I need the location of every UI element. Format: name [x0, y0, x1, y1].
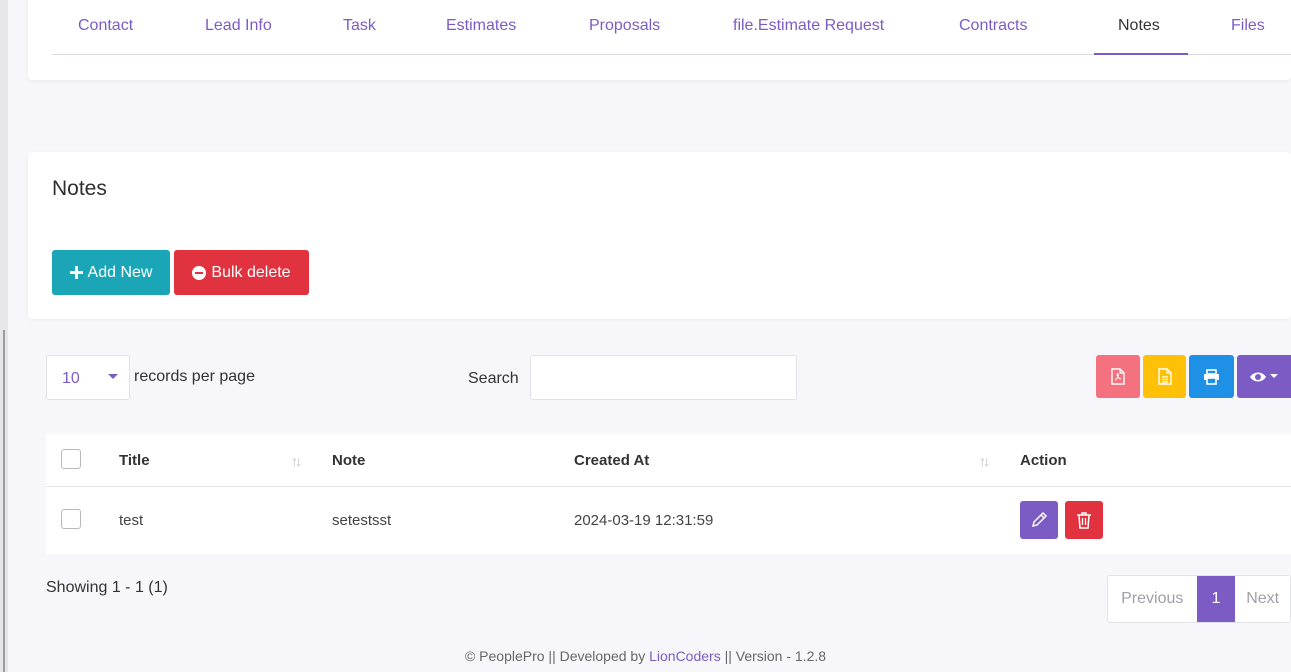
tab-task[interactable]: Task: [343, 17, 376, 35]
records-per-page-select[interactable]: 10: [46, 355, 130, 400]
row-title: test: [119, 512, 144, 529]
column-header-created-at[interactable]: Created At: [574, 452, 649, 469]
tab-proposals[interactable]: Proposals: [589, 17, 660, 35]
records-per-page-value: 10: [62, 370, 80, 387]
active-tab-indicator: [1094, 53, 1188, 55]
sort-icon[interactable]: ↑↓: [291, 453, 302, 469]
export-pdf-button[interactable]: [1096, 355, 1140, 398]
tab-lead-info[interactable]: Lead Info: [205, 17, 272, 35]
left-scroll-rail: [0, 0, 8, 672]
search-label: Search: [468, 370, 519, 387]
delete-button[interactable]: [1065, 501, 1103, 539]
footer-prefix: © PeoplePro || Developed by: [464, 648, 646, 664]
column-header-note: Note: [332, 452, 366, 469]
column-header-title[interactable]: Title: [119, 452, 150, 469]
row-note: setestsst: [332, 512, 392, 529]
add-new-button[interactable]: Add New: [52, 250, 170, 295]
bulk-delete-button[interactable]: Bulk delete: [174, 250, 309, 295]
sort-icon[interactable]: ↑↓: [979, 453, 990, 469]
next-page-button[interactable]: Next: [1235, 576, 1290, 622]
plus-icon: [69, 266, 83, 279]
tabs-card: Contact Lead Info Task Estimates Proposa…: [28, 0, 1291, 80]
page-title: Notes: [52, 177, 107, 200]
tab-files[interactable]: Files: [1231, 17, 1265, 35]
records-per-page-label: records per page: [134, 368, 255, 385]
trash-icon: [1077, 512, 1091, 529]
print-icon: [1204, 368, 1219, 385]
chevron-down-icon: [108, 374, 118, 379]
column-header-action: Action: [1020, 452, 1067, 469]
tab-estimate-request[interactable]: file.Estimate Request: [733, 17, 884, 35]
csv-icon: [1157, 368, 1172, 385]
tab-contact[interactable]: Contact: [78, 17, 133, 35]
row-checkbox[interactable]: [61, 509, 81, 529]
eye-icon: [1250, 372, 1278, 381]
notes-table: Title ↑↓ Note Created At ↑↓ Action test …: [46, 434, 1291, 554]
previous-page-button[interactable]: Previous: [1108, 576, 1197, 622]
tab-notes[interactable]: Notes: [1118, 17, 1160, 35]
search-input[interactable]: [530, 355, 797, 400]
print-button[interactable]: [1189, 355, 1234, 398]
minus-circle-icon: [192, 265, 207, 280]
page-1-button[interactable]: 1: [1196, 576, 1236, 622]
add-new-label: Add New: [87, 263, 153, 281]
table-header: Title ↑↓ Note Created At ↑↓ Action: [46, 434, 1291, 487]
select-all-checkbox[interactable]: [61, 449, 81, 469]
column-visibility-button[interactable]: [1237, 355, 1291, 398]
pdf-icon: [1111, 368, 1125, 385]
developer-link[interactable]: LionCoders: [649, 648, 721, 664]
tab-contracts[interactable]: Contracts: [959, 17, 1027, 35]
pagination: Previous 1 Next: [1107, 575, 1291, 623]
notes-card: Notes Add New Bulk delete: [28, 152, 1291, 319]
footer: © PeoplePro || Developed by LionCoders |…: [0, 648, 1291, 664]
export-csv-button[interactable]: [1143, 355, 1186, 398]
table-info: Showing 1 - 1 (1): [46, 579, 168, 596]
edit-button[interactable]: [1020, 501, 1058, 539]
bulk-delete-label: Bulk delete: [211, 263, 291, 281]
row-created-at: 2024-03-19 12:31:59: [574, 512, 714, 529]
footer-suffix: || Version - 1.2.8: [724, 648, 827, 664]
pencil-icon: [1031, 511, 1048, 528]
tab-estimates[interactable]: Estimates: [446, 17, 516, 35]
